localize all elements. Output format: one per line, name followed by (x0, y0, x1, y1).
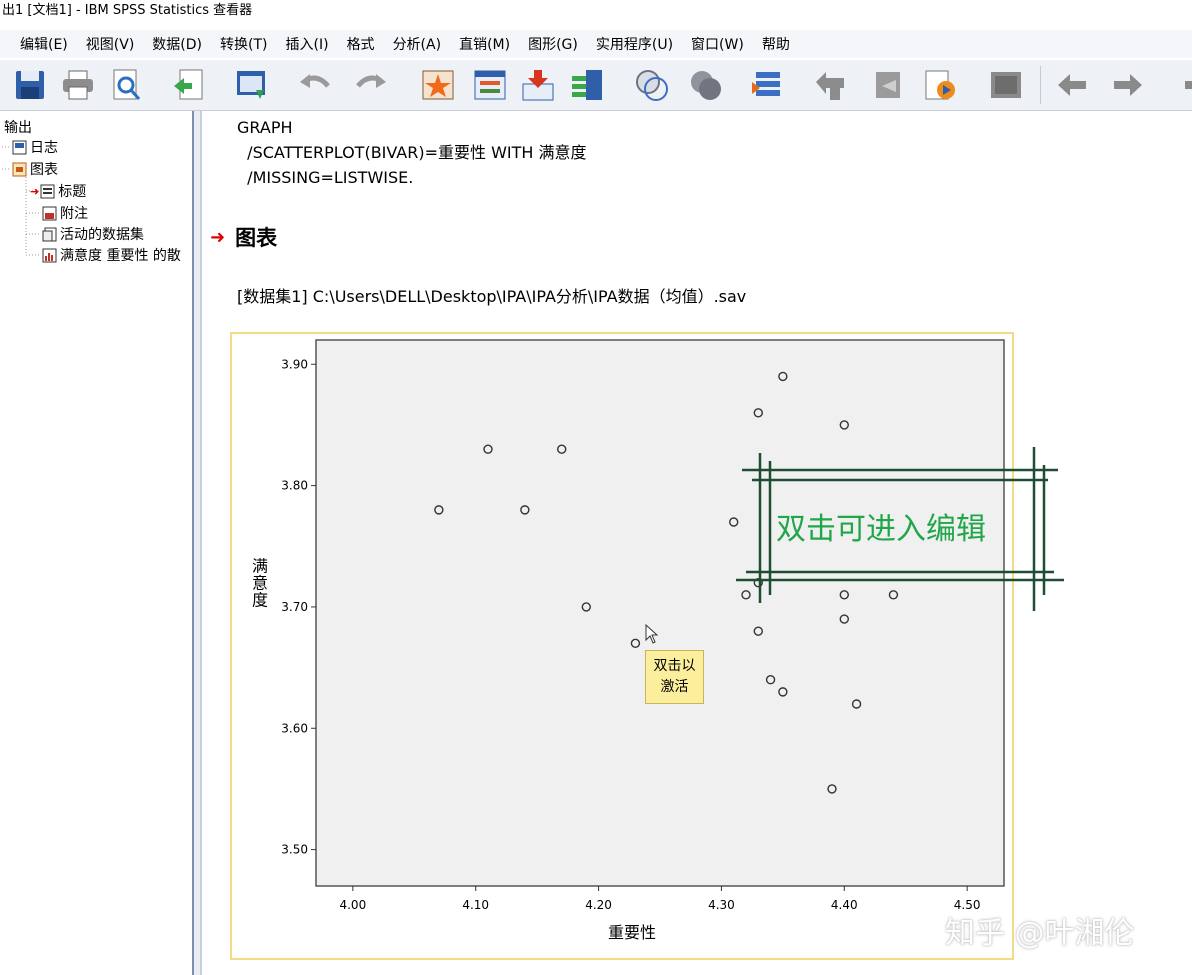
outline-item-title[interactable]: ➜ 标题 (30, 181, 86, 201)
tooltip-line: 双击以 (653, 658, 696, 674)
title-icon (40, 184, 55, 199)
y-tick-label: 3.50 (281, 843, 308, 857)
outline-item-chart-folder[interactable]: 图表 (12, 159, 58, 179)
syntax-line: /MISSING=LISTWISE. (237, 168, 414, 187)
outline-label-dataset: 活动的数据集 (60, 227, 144, 243)
dataset-icon (42, 227, 57, 242)
save-icon[interactable] (12, 68, 48, 102)
y-tick-label: 3.70 (281, 600, 308, 614)
outline-label-chart: 图表 (30, 162, 58, 178)
chart-folder-icon (12, 162, 27, 177)
menu-data[interactable]: 数据(D) (143, 34, 211, 54)
x-tick-label: 4.00 (339, 898, 366, 912)
menu-edit[interactable]: 编辑(E) (0, 34, 77, 54)
print-preview-icon[interactable] (108, 68, 144, 102)
menu-direct-marketing[interactable]: 直销(M) (450, 34, 519, 54)
menu-utilities[interactable]: 实用程序(U) (587, 34, 682, 54)
menu-insert[interactable]: 插入(I) (277, 34, 338, 54)
selected-arrow-icon: ➜ (210, 226, 226, 248)
print-icon[interactable] (60, 68, 96, 102)
x-tick-label: 4.40 (831, 898, 858, 912)
x-tick-label: 4.20 (585, 898, 612, 912)
menu-graphs[interactable]: 图形(G) (519, 34, 587, 54)
menu-format[interactable]: 格式 (338, 34, 384, 54)
outline-item-scatter[interactable]: 满意度 重要性 的散 (42, 245, 192, 265)
dataset-path: [数据集1] C:\Users\DELL\Desktop\IPA\IPA分析\I… (237, 287, 747, 306)
variables-icon[interactable] (570, 68, 606, 102)
y-tick-label: 3.80 (281, 479, 308, 493)
window-title: 出1 [文档1] - IBM SPSS Statistics 查看器 (0, 0, 1192, 28)
activate-tooltip: 双击以 激活 (645, 650, 704, 704)
pane-splitter[interactable] (192, 111, 202, 975)
redo-icon[interactable] (354, 68, 390, 102)
syntax-line: /SCATTERPLOT(BIVAR)=重要性 WITH 满意度 (237, 143, 587, 162)
y-tick-label: 3.60 (281, 721, 308, 735)
goto-data-icon[interactable] (420, 68, 456, 102)
annotation-text: 双击可进入编辑 (776, 512, 986, 547)
promote-icon[interactable] (812, 68, 848, 102)
show-all-icon[interactable] (634, 68, 670, 102)
menu-window[interactable]: 窗口(W) (682, 34, 753, 54)
mouse-cursor-icon (645, 624, 659, 644)
collapse-icon[interactable] (988, 68, 1024, 102)
expand-icon[interactable] (922, 68, 958, 102)
menu-analyze[interactable]: 分析(A) (384, 34, 451, 54)
outline-item-notes[interactable]: 附注 (42, 203, 88, 223)
outline-pane: 输出 日志 图表 ➜ 标题 附注 活动的数据集 满意度 重要性 的散 (0, 111, 192, 975)
y-axis-label: 满意度 (252, 557, 268, 610)
syntax-block: GRAPH /SCATTERPLOT(BIVAR)=重要性 WITH 满意度 /… (237, 115, 587, 190)
scatter-icon (42, 248, 57, 263)
outline-label-scatter: 满意度 重要性 的散 (60, 248, 181, 264)
section-title: 图表 (235, 226, 278, 250)
demote-icon[interactable] (872, 68, 908, 102)
outline-item-log[interactable]: 日志 (12, 137, 58, 157)
recall-dialog-icon[interactable] (234, 68, 270, 102)
export-icon[interactable] (170, 68, 206, 102)
tooltip-line: 激活 (660, 679, 689, 695)
y-tick-label: 3.90 (281, 357, 308, 371)
x-tick-label: 4.10 (462, 898, 489, 912)
outline-item-dataset[interactable]: 活动的数据集 (42, 224, 144, 244)
notes-icon (42, 206, 57, 221)
outline-label-log: 日志 (30, 140, 58, 156)
outline-label-notes: 附注 (60, 206, 88, 222)
menu-transform[interactable]: 转换(T) (211, 34, 276, 54)
hide-icon[interactable] (688, 68, 724, 102)
scatter-chart[interactable]: 3.50 3.60 3.70 3.80 3.90 4.00 4.10 4.20 4.30 4.40… (230, 332, 1014, 960)
more-icon[interactable] (1166, 68, 1192, 102)
previous-icon[interactable] (1054, 68, 1090, 102)
designate-window-icon[interactable] (750, 68, 786, 102)
section-heading[interactable]: ➜ 图表 (210, 222, 277, 252)
goto-variable-icon[interactable] (520, 68, 556, 102)
menu-view[interactable]: 视图(V) (77, 34, 144, 54)
menu-bar: 编辑(E) 视图(V) 数据(D) 转换(T) 插入(I) 格式 分析(A) 直… (0, 30, 1192, 58)
outline-label-title: 标题 (58, 184, 87, 200)
watermark: 知乎 @叶湘伦 (945, 916, 1135, 951)
x-axis-label: 重要性 (608, 923, 656, 942)
log-icon (12, 140, 27, 155)
selected-arrow-icon: ➜ (30, 184, 40, 198)
menu-help[interactable]: 帮助 (753, 34, 799, 54)
syntax-line: GRAPH (237, 118, 293, 137)
toolbar (0, 60, 1192, 111)
x-tick-label: 4.30 (708, 898, 735, 912)
next-icon[interactable] (1110, 68, 1146, 102)
undo-icon[interactable] (296, 68, 332, 102)
goto-case-icon[interactable] (472, 68, 508, 102)
